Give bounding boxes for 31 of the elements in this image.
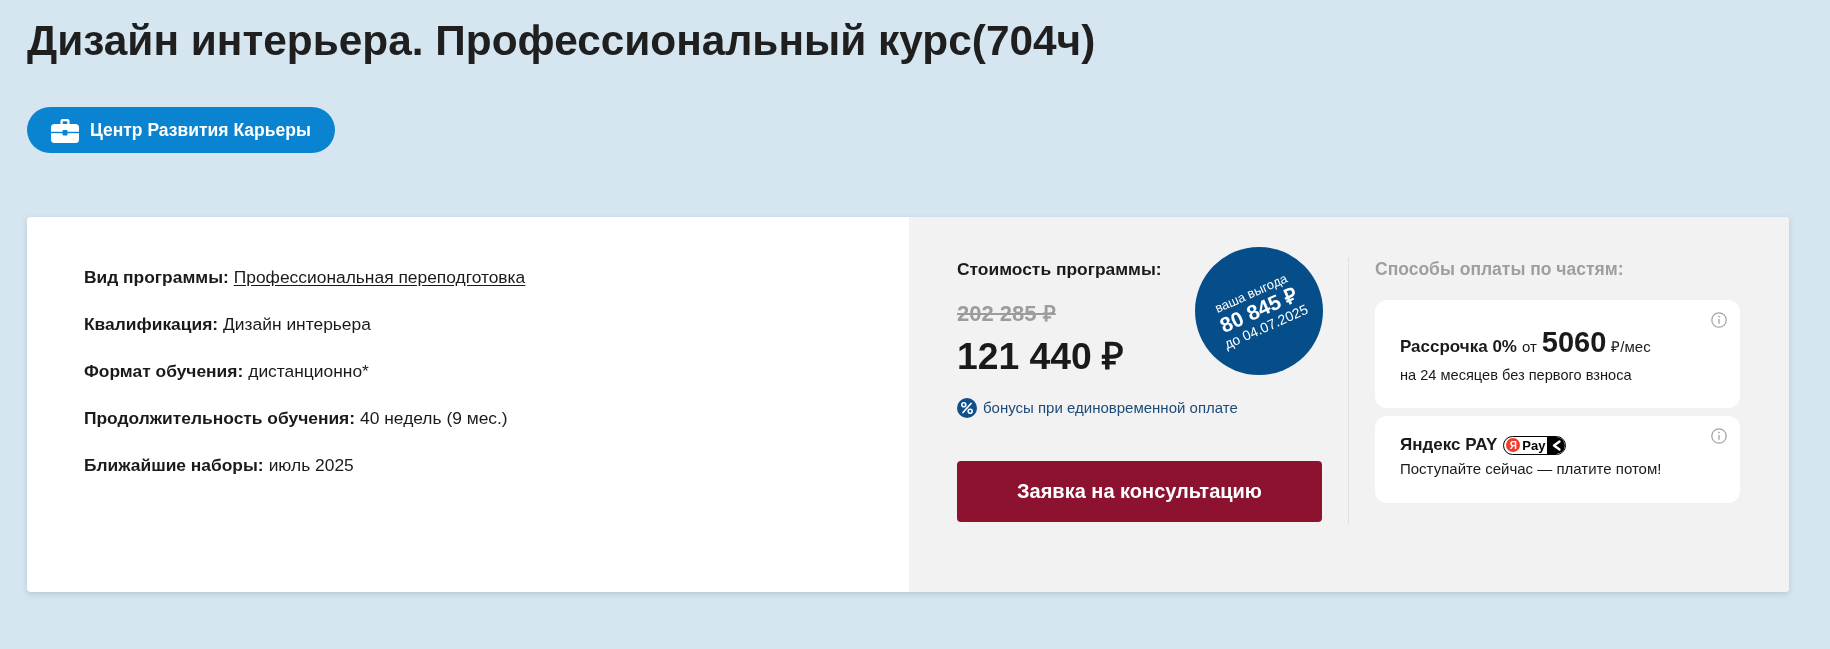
consultation-button[interactable]: Заявка на консультацию xyxy=(957,461,1322,522)
current-price: 121 440 ₽ xyxy=(957,335,1125,377)
installment-amount: 5060 xyxy=(1541,325,1607,360)
payment-heading: Способы оплаты по частям: xyxy=(1375,259,1624,279)
info-value: Дизайн интерьера xyxy=(223,314,371,334)
option-title: Яндекс PAY xyxy=(1400,435,1498,455)
page-title: Дизайн интерьера. Профессиональный курс(704ч) xyxy=(27,17,1096,65)
pay-label: Pay xyxy=(1522,436,1546,454)
from-label: от xyxy=(1521,337,1537,357)
info-value: дистанционно* xyxy=(248,361,369,381)
percent-icon xyxy=(957,398,977,418)
info-label: Формат обучения: xyxy=(84,361,244,381)
info-icon[interactable] xyxy=(1711,312,1727,328)
option-note: Поступайте сейчас — платите потом! xyxy=(1400,460,1663,478)
info-label: Ближайшие наборы: xyxy=(84,455,264,475)
bonus-note: бонусы при единовременной оплате xyxy=(983,398,1238,418)
old-price: 202 285 ₽ xyxy=(957,302,1056,326)
unit-label: ₽/мес xyxy=(1611,337,1651,357)
career-center-button[interactable]: Центр Развития Карьеры xyxy=(27,107,335,153)
info-value: 40 недель (9 мес.) xyxy=(360,408,508,428)
option-note: на 24 месяцев без первого взноса xyxy=(1400,366,1633,384)
info-value: июль 2025 xyxy=(268,455,354,475)
info-link[interactable]: Профессиональная переподготовка xyxy=(233,267,526,287)
info-icon[interactable] xyxy=(1711,428,1727,444)
briefcase-icon xyxy=(51,117,79,143)
letter-mark: Я xyxy=(1506,438,1521,452)
info-label: Вид программы: xyxy=(84,267,229,287)
info-label: Квалификация: xyxy=(84,314,219,334)
option-title: Рассрочка 0% xyxy=(1400,336,1517,358)
price-heading: Стоимость программы: xyxy=(957,259,1162,279)
info-label: Продолжительность обучения: xyxy=(84,408,356,428)
